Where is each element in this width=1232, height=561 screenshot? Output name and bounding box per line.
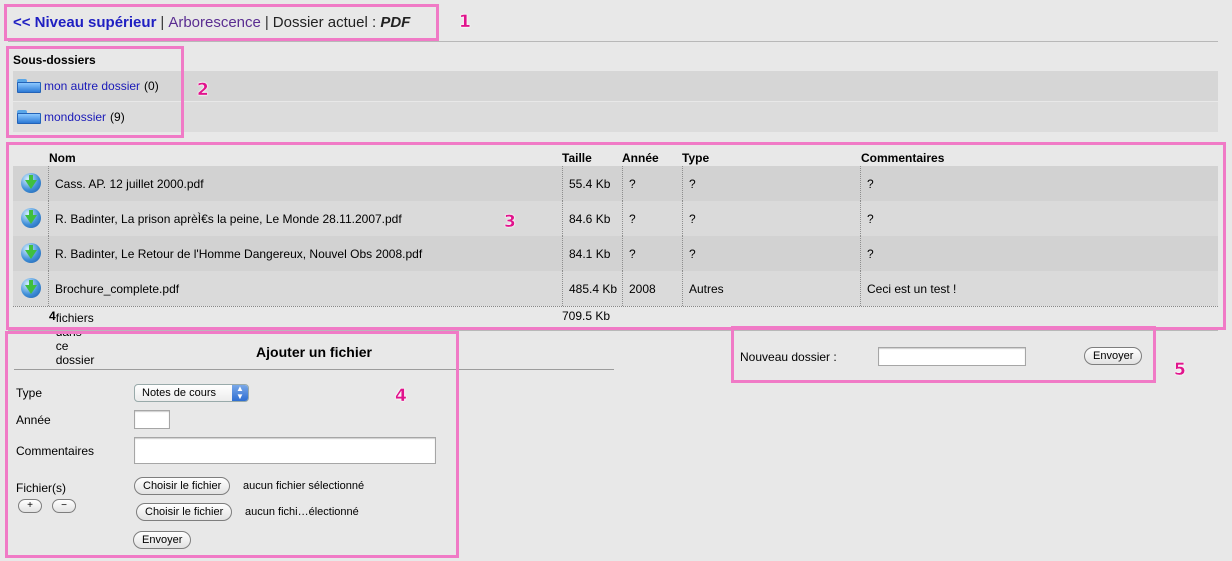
annotation-number: 2 xyxy=(197,80,209,100)
annotation-number: 3 xyxy=(504,212,516,232)
highlight-box-3 xyxy=(6,142,1226,330)
annotation-number: 5 xyxy=(1174,360,1186,380)
subfolder-row[interactable]: mon autre dossier (0) xyxy=(13,71,1218,101)
highlight-box-4 xyxy=(5,331,459,558)
divider xyxy=(8,41,1218,42)
highlight-box-1 xyxy=(4,4,439,41)
annotation-number: 4 xyxy=(395,386,407,406)
subfolder-row[interactable]: mondossier (9) xyxy=(13,102,1218,132)
annotation-number: 1 xyxy=(459,12,471,32)
highlight-box-5 xyxy=(731,326,1156,383)
highlight-box-2 xyxy=(6,46,184,138)
